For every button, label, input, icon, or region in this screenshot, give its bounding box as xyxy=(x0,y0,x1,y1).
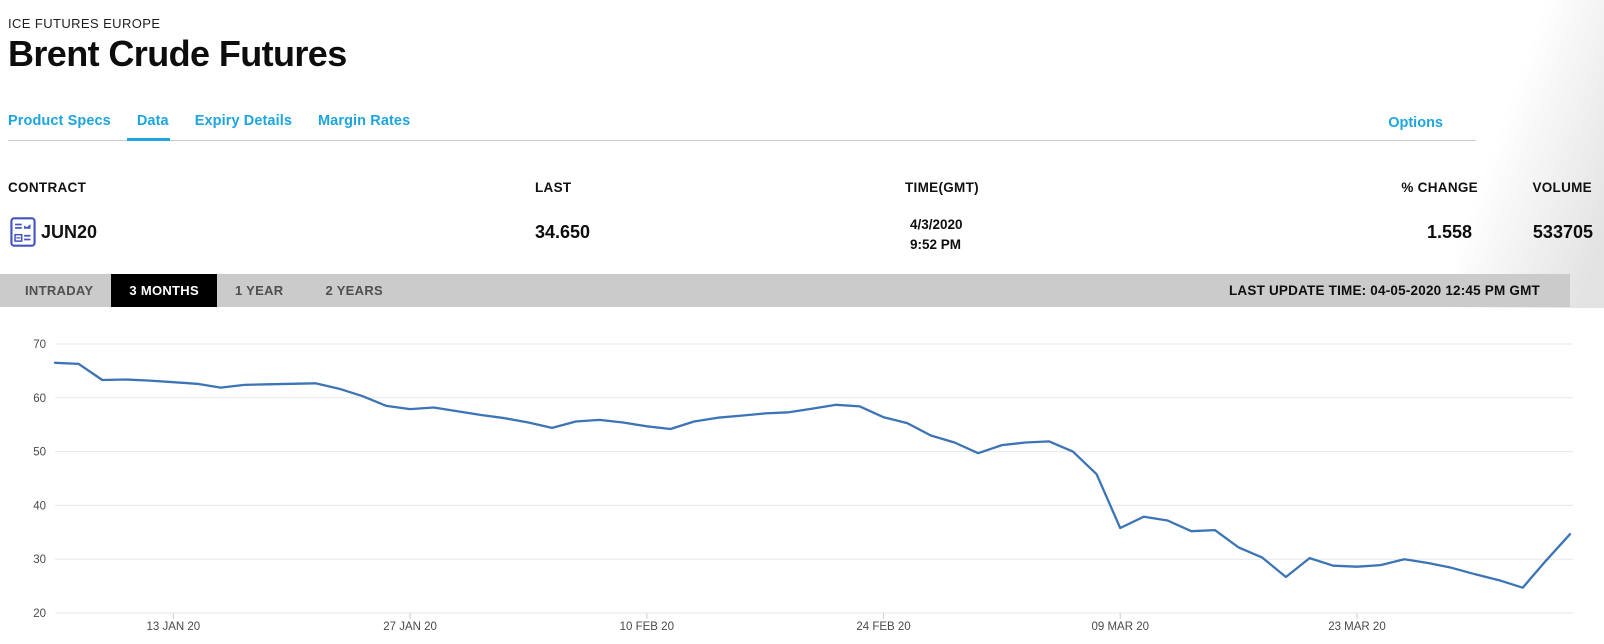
tab-bar: Product Specs Data Expiry Details Margin… xyxy=(8,113,410,129)
price-line xyxy=(55,363,1570,588)
trade-clock: 9:52 PM xyxy=(910,235,963,255)
x-axis-label: 27 JAN 20 xyxy=(383,621,437,633)
tab-product-specs[interactable]: Product Specs xyxy=(8,113,111,129)
pct-change-value: 1.558 xyxy=(1324,222,1472,243)
last-update-time: LAST UPDATE TIME: 04-05-2020 12:45 PM GM… xyxy=(1229,283,1540,298)
price-chart-svg: 70 60 50 40 30 20 13 JAN 20 27 JAN 20 10 FEB 20 2… xyxy=(0,318,1604,644)
column-header-volume: VOLUME xyxy=(1460,180,1592,195)
options-link[interactable]: Options xyxy=(1388,115,1443,131)
range-button-2-years[interactable]: 2 YEARS xyxy=(325,283,383,298)
tab-margin-rates[interactable]: Margin Rates xyxy=(318,113,410,129)
y-axis-label: 60 xyxy=(33,393,46,405)
trade-date: 4/3/2020 xyxy=(910,215,963,235)
volume-value: 533705 xyxy=(1460,222,1593,243)
y-axis-label: 30 xyxy=(33,554,46,566)
tab-divider xyxy=(8,140,1476,141)
trade-time-value: 4/3/2020 9:52 PM xyxy=(910,215,963,255)
contract-name: JUN20 xyxy=(41,222,97,243)
x-axis-label: 23 MAR 20 xyxy=(1328,621,1386,633)
price-chart[interactable]: 70 60 50 40 30 20 13 JAN 20 27 JAN 20 10 FEB 20 2… xyxy=(0,318,1604,644)
x-axis-label: 09 MAR 20 xyxy=(1091,621,1149,633)
tab-data[interactable]: Data xyxy=(137,113,169,129)
exchange-name: ICE FUTURES EUROPE xyxy=(8,16,160,31)
y-axis-label: 70 xyxy=(33,339,46,351)
y-axis-label: 40 xyxy=(33,500,46,512)
page-edge-shade xyxy=(1454,0,1604,308)
y-axis-label: 50 xyxy=(33,447,46,459)
x-axis-label: 13 JAN 20 xyxy=(147,621,201,633)
column-header-last: LAST xyxy=(535,180,571,195)
active-tab-underline xyxy=(127,138,170,141)
column-header-pct-change: % CHANGE xyxy=(1330,180,1478,195)
range-button-1-year[interactable]: 1 YEAR xyxy=(235,283,284,298)
range-button-3-months[interactable]: 3 MONTHS xyxy=(111,274,217,307)
tab-expiry-details[interactable]: Expiry Details xyxy=(195,113,292,129)
contract-link[interactable]: JUN20 xyxy=(10,217,97,247)
chart-range-bar: INTRADAY 3 MONTHS 1 YEAR 2 YEARS LAST UP… xyxy=(0,274,1570,307)
column-header-contract: CONTRACT xyxy=(8,180,86,195)
y-axis-label: 20 xyxy=(33,608,46,620)
x-axis-label: 10 FEB 20 xyxy=(620,621,674,633)
contract-report-icon xyxy=(10,217,36,247)
last-price-value: 34.650 xyxy=(535,222,590,243)
x-axis-label: 24 FEB 20 xyxy=(856,621,910,633)
page-title: Brent Crude Futures xyxy=(8,33,347,75)
column-header-time: TIME(GMT) xyxy=(905,180,979,195)
range-button-intraday[interactable]: INTRADAY xyxy=(25,283,93,298)
